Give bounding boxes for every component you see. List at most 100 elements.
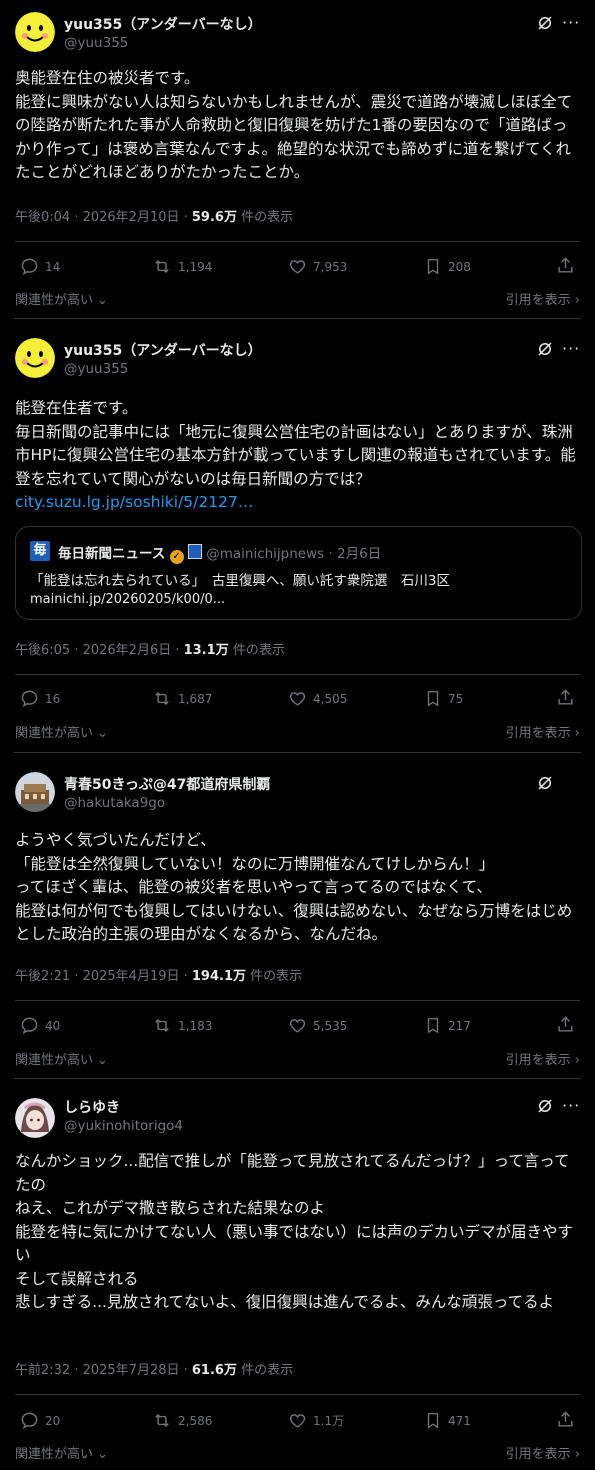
- views-label: 件の表示: [236, 1363, 294, 1378]
- reply-icon: [21, 258, 38, 276]
- reply-button[interactable]: 20: [20, 1411, 60, 1430]
- views-label: 件の表示: [246, 969, 303, 984]
- author-handle[interactable]: @hakutaka9go: [64, 795, 165, 811]
- relevance-sort[interactable]: 関連性が高い ⌄: [15, 722, 108, 741]
- divider: [15, 1394, 580, 1395]
- view-quotes-link[interactable]: 引用を表示 ›: [506, 289, 580, 308]
- bookmark-count: 471: [448, 1413, 471, 1428]
- grok-icon[interactable]: [536, 774, 554, 792]
- timestamp[interactable]: 午後2:21 · 2025年4月19日 ·: [15, 969, 192, 984]
- author-name[interactable]: yuu355（アンダーバーなし）: [64, 340, 262, 360]
- view-quotes-link[interactable]: 引用を表示 ›: [506, 1443, 580, 1462]
- author-name[interactable]: 青春50きっぷ@47都道府県制覇: [64, 774, 270, 794]
- divider: [15, 674, 580, 675]
- author-name[interactable]: しらゆき: [64, 1097, 120, 1117]
- like-button[interactable]: 4,505: [288, 689, 347, 708]
- reply-count: 20: [45, 1413, 61, 1428]
- grok-icon[interactable]: [536, 1097, 554, 1115]
- reply-button[interactable]: 14: [20, 257, 60, 276]
- post-text: なんかショック...配信で推しが「能登って見放されてるんだっけ？」って言ってたの…: [15, 1152, 574, 1311]
- reply-button[interactable]: 16: [20, 689, 60, 708]
- chevron-right-icon: ›: [570, 1053, 580, 1068]
- reply-count: 40: [45, 1018, 61, 1033]
- avatar-building[interactable]: [15, 772, 55, 812]
- reply-button[interactable]: 40: [20, 1016, 60, 1035]
- avatar-smiley[interactable]: [15, 338, 55, 378]
- quote-logo[interactable]: 毎: [30, 541, 50, 561]
- reply-icon: [21, 1017, 38, 1035]
- view-quotes-link[interactable]: 引用を表示 ›: [506, 1049, 580, 1068]
- repost-icon: [155, 691, 169, 706]
- like-button[interactable]: 5,535: [288, 1016, 347, 1035]
- post-1[interactable]: yuu355（アンダーバーなし） @yuu355 ··· 奥能登在住の被災者です…: [0, 0, 595, 318]
- post-3[interactable]: 青春50きっぷ@47都道府県制覇 @hakutaka9go ようやく気づいたんだ…: [0, 760, 595, 1078]
- quote-url[interactable]: mainichi.jp/20260205/k00/0...: [30, 592, 225, 607]
- bookmark-button[interactable]: 217: [424, 1016, 471, 1035]
- relevance-sort[interactable]: 関連性が高い ⌄: [15, 1443, 108, 1462]
- like-icon: [289, 260, 306, 274]
- more-icon[interactable]: ···: [562, 15, 580, 31]
- chevron-down-icon: ⌄: [93, 293, 109, 308]
- like-button[interactable]: 1.1万: [288, 1411, 344, 1430]
- repost-button[interactable]: 1,194: [152, 257, 212, 276]
- share-button[interactable]: [556, 1410, 575, 1429]
- post-meta: 午後6:05 · 2026年2月6日 · 13.1万 件の表示: [15, 639, 285, 658]
- grok-icon[interactable]: [536, 340, 554, 358]
- post-separator: [14, 1078, 581, 1079]
- affiliate-badge-icon: [187, 544, 202, 559]
- view-count: 13.1万: [183, 643, 229, 658]
- view-count: 61.6万: [191, 1363, 237, 1378]
- relevance-sort[interactable]: 関連性が高い ⌄: [15, 289, 108, 308]
- share-button[interactable]: [556, 688, 575, 707]
- share-button[interactable]: [556, 1015, 575, 1034]
- author-handle[interactable]: @yuu355: [64, 361, 128, 377]
- avatar-anime[interactable]: [15, 1098, 55, 1138]
- like-button[interactable]: 7,953: [288, 257, 347, 276]
- author-handle[interactable]: @yukinohitorigo4: [64, 1118, 183, 1134]
- timestamp[interactable]: 午前2:32 · 2025年7月28日 ·: [15, 1363, 192, 1378]
- bookmark-count: 75: [448, 691, 464, 706]
- timestamp[interactable]: 午後6:05 · 2026年2月6日 ·: [15, 643, 184, 658]
- view-count: 59.6万: [191, 210, 237, 225]
- post-2[interactable]: yuu355（アンダーバーなし） @yuu355 ··· 能登在住者です。 毎日…: [0, 326, 595, 751]
- share-button[interactable]: [556, 256, 575, 275]
- like-icon: [289, 1414, 306, 1428]
- quote-author-name[interactable]: 毎日新聞ニュース: [58, 546, 165, 562]
- bookmark-icon: [427, 259, 439, 275]
- post-link[interactable]: city.suzu.lg.jp/soshiki/5/2127…: [15, 493, 253, 511]
- author-handle[interactable]: @yuu355: [64, 35, 128, 51]
- post-separator: [14, 318, 581, 319]
- bookmark-button[interactable]: 208: [424, 257, 471, 276]
- post-meta: 午後0:04 · 2026年2月10日 · 59.6万 件の表示: [15, 206, 293, 225]
- share-icon: [558, 1411, 573, 1427]
- more-icon[interactable]: ···: [562, 341, 580, 357]
- quote-handle[interactable]: @mainichijpnews · 2月6日: [206, 546, 381, 562]
- bookmark-button[interactable]: 75: [424, 689, 463, 708]
- chevron-down-icon: ⌄: [93, 1447, 109, 1462]
- post-text: ようやく気づいたんだけど、 「能登は全然復興していない！なのに万博開催なんてけし…: [15, 831, 573, 943]
- quoted-post[interactable]: 毎 毎日新聞ニュース ✓ @mainichijpnews · 2月6日 「能登は…: [15, 526, 582, 620]
- author-name[interactable]: yuu355（アンダーバーなし）: [64, 14, 262, 34]
- reply-count: 14: [45, 259, 61, 274]
- relevance-sort[interactable]: 関連性が高い ⌄: [15, 1049, 108, 1068]
- post-meta: 午前2:32 · 2025年7月28日 · 61.6万 件の表示: [15, 1359, 293, 1378]
- bookmark-icon: [427, 1018, 439, 1034]
- bookmark-button[interactable]: 471: [424, 1411, 471, 1430]
- repost-count: 1,183: [178, 1018, 213, 1033]
- reply-count: 16: [45, 691, 61, 706]
- timestamp[interactable]: 午後0:04 · 2026年2月10日 ·: [15, 210, 192, 225]
- avatar-smiley[interactable]: [15, 12, 55, 52]
- repost-icon: [155, 1413, 169, 1428]
- post-4[interactable]: しらゆき @yukinohitorigo4 ··· なんかショック...配信で推…: [0, 1086, 595, 1470]
- post-separator: [14, 752, 581, 753]
- view-quotes-link[interactable]: 引用を表示 ›: [506, 722, 580, 741]
- bookmark-icon: [427, 691, 439, 707]
- repost-button[interactable]: 1,687: [152, 689, 212, 708]
- more-icon[interactable]: ···: [562, 1098, 580, 1114]
- repost-button[interactable]: 2,586: [152, 1411, 212, 1430]
- chevron-right-icon: ›: [570, 293, 580, 308]
- repost-button[interactable]: 1,183: [152, 1016, 212, 1035]
- grok-icon[interactable]: [536, 14, 554, 32]
- post-text: 能登在住者です。 毎日新聞の記事中には「地元に復興公営住宅の計画はない」とありま…: [15, 399, 576, 511]
- bookmark-count: 208: [448, 259, 471, 274]
